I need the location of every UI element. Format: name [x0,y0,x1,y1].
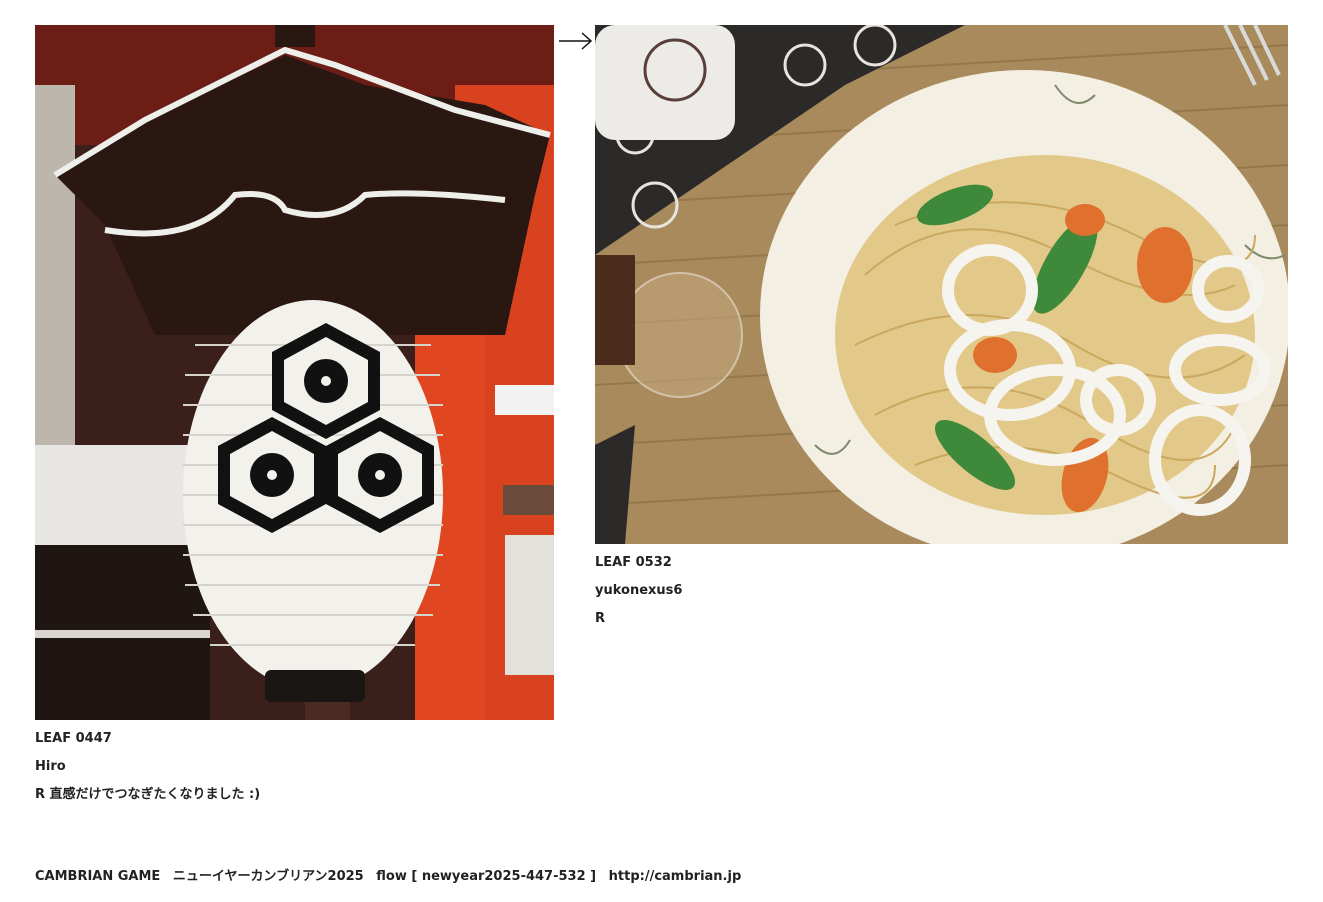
leaf-author[interactable]: yukonexus6 [595,577,682,605]
footer: CAMBRIAN GAME ニューイヤーカンブリアン2025 flow [ ne… [35,866,741,888]
right-arrow-icon [558,31,594,51]
leaf-0532-photo[interactable] [595,25,1288,544]
flow-id[interactable]: flow [ newyear2025-447-532 ] [376,869,596,884]
leaf-comment: R [595,611,606,626]
leaf-number[interactable]: LEAF 0532 [595,549,682,577]
leaf-comment: R 直感だけでつなぎたくなりました :) [35,787,261,802]
site-link[interactable]: http://cambrian.jp [609,869,742,884]
leaf-number[interactable]: LEAF 0447 [35,725,260,753]
event-name[interactable]: ニューイヤーカンブリアン2025 [173,869,364,884]
leaf-0532-caption: LEAF 0532 yukonexus6 R [595,549,682,633]
game-name[interactable]: CAMBRIAN GAME [35,869,160,884]
leaf-0447-photo[interactable] [35,25,554,720]
leaf-author[interactable]: Hiro [35,753,260,781]
leaf-0447-caption: LEAF 0447 Hiro R 直感だけでつなぎたくなりました :) [35,725,260,809]
